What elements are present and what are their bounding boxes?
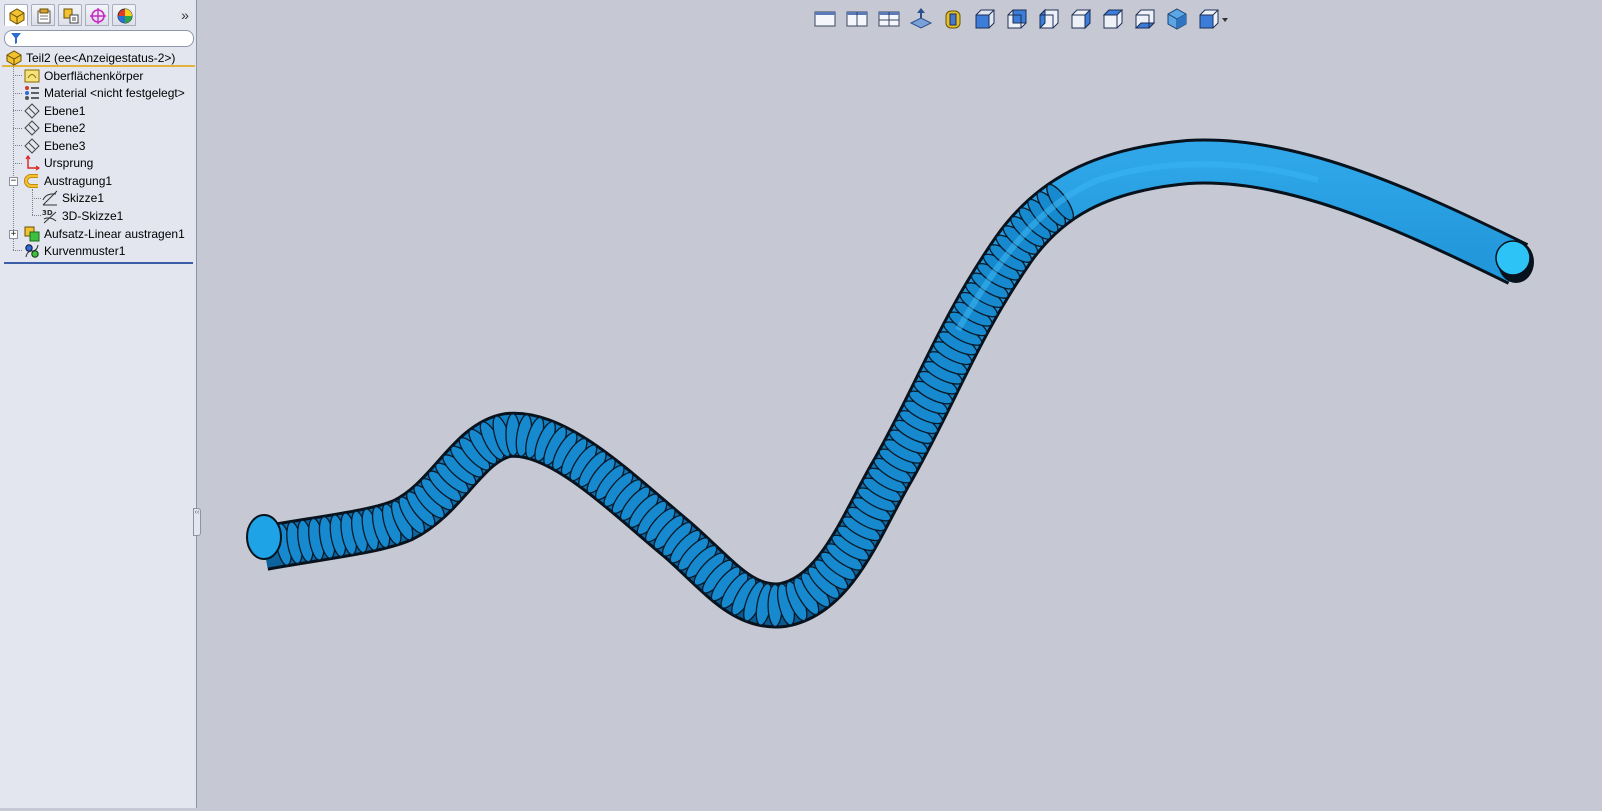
tree-connector (13, 93, 22, 94)
curve-pattern-ribs (275, 183, 1075, 628)
tree-connector (13, 110, 22, 111)
collapse-austragung1-toggle[interactable]: − (9, 177, 18, 186)
tree-item-curve-pattern1[interactable]: Kurvenmuster1 (24, 242, 214, 260)
tree-item-plane3[interactable]: Ebene3 (24, 137, 214, 155)
root-label: Teil2 (ee<Anzeigestatus-2>) (26, 51, 176, 65)
filter-input[interactable] (25, 32, 185, 45)
tab-dimxpert-manager[interactable] (85, 4, 109, 26)
sweep-icon (24, 174, 38, 188)
tree-connector (32, 198, 41, 199)
tree-item-loft1[interactable]: Aufsatz-Linear austragen1 (24, 225, 214, 243)
tree-item-plane2[interactable]: Ebene2 (24, 119, 214, 137)
tab-display-manager[interactable] (112, 4, 136, 26)
tree-connector (13, 145, 22, 146)
property-manager-tab-icon (37, 8, 51, 24)
tree-item-label: Ebene2 (44, 121, 86, 135)
tree-item-label: Skizze1 (62, 191, 105, 205)
panel-tab-bar: » (2, 2, 195, 29)
plane-icon (24, 138, 40, 154)
tree-connector (32, 215, 41, 216)
tree-item-label: Ebene1 (44, 104, 86, 118)
tree-item-label: Aufsatz-Linear austragen1 (44, 227, 185, 241)
tree-item-material[interactable]: Material <nicht festgelegt> (24, 84, 214, 102)
curve-pattern-icon (25, 244, 39, 258)
tree-connector (13, 250, 22, 251)
graphics-viewport[interactable] (198, 0, 1602, 808)
tree-item-origin[interactable]: Ursprung (24, 154, 214, 172)
material-icon (25, 86, 39, 100)
tree-item-surface-bodies[interactable]: Oberflächenkörper (24, 67, 214, 85)
origin-icon (25, 155, 40, 171)
tube-body (260, 141, 1527, 626)
tab-configuration-manager[interactable] (58, 4, 82, 26)
tree-connector (13, 75, 22, 76)
tree-item-label: Ebene3 (44, 139, 86, 153)
tree-connector (32, 189, 33, 215)
tree-item-label: Kurvenmuster1 (44, 244, 126, 258)
tube-outline (259, 138, 1529, 629)
loft-icon (24, 226, 40, 242)
expand-panel-icon[interactable]: » (178, 7, 192, 23)
surface-bodies-icon (24, 69, 40, 83)
tree-item-label: Material <nicht festgelegt> (44, 86, 185, 100)
tree-item-plane1[interactable]: Ebene1 (24, 102, 214, 120)
tree-item-label: Austragung1 (44, 174, 113, 188)
start-end-face (246, 514, 282, 560)
tree-connector (13, 67, 14, 250)
filter-icon (11, 33, 21, 44)
tree-item-label: 3D-Skizze1 (62, 209, 124, 223)
tree-item-label: Oberflächenkörper (44, 69, 144, 83)
swept-part-model[interactable] (198, 0, 1602, 808)
3d-sketch-icon: 3D (42, 209, 57, 224)
tab-feature-manager[interactable] (4, 4, 28, 26)
end-face (1495, 240, 1531, 276)
configuration-manager-tab-icon (63, 8, 79, 24)
feature-tree-filter[interactable] (4, 30, 194, 47)
tree-item-label: Ursprung (44, 156, 94, 170)
plane-icon (24, 103, 40, 119)
tree-connector (13, 163, 22, 164)
feature-tree-root[interactable]: Teil2 (ee<Anzeigestatus-2>) (2, 49, 195, 67)
rollback-bar[interactable] (4, 262, 193, 264)
dimxpert-manager-tab-icon (90, 8, 106, 24)
feature-manager-panel: » Teil2 (ee<Anzeigestatus-2>) Oberfläche… (0, 0, 197, 808)
part-icon (6, 50, 22, 66)
display-manager-tab-icon (117, 8, 133, 24)
feature-manager-tab-icon (9, 8, 25, 25)
tab-property-manager[interactable] (31, 4, 55, 26)
tree-connector (13, 128, 22, 129)
plane-icon (24, 120, 40, 136)
tree-item-sweep1[interactable]: Austragung1 (24, 172, 214, 190)
sketch-icon (42, 190, 58, 206)
expand-loft-toggle[interactable]: + (9, 230, 18, 239)
